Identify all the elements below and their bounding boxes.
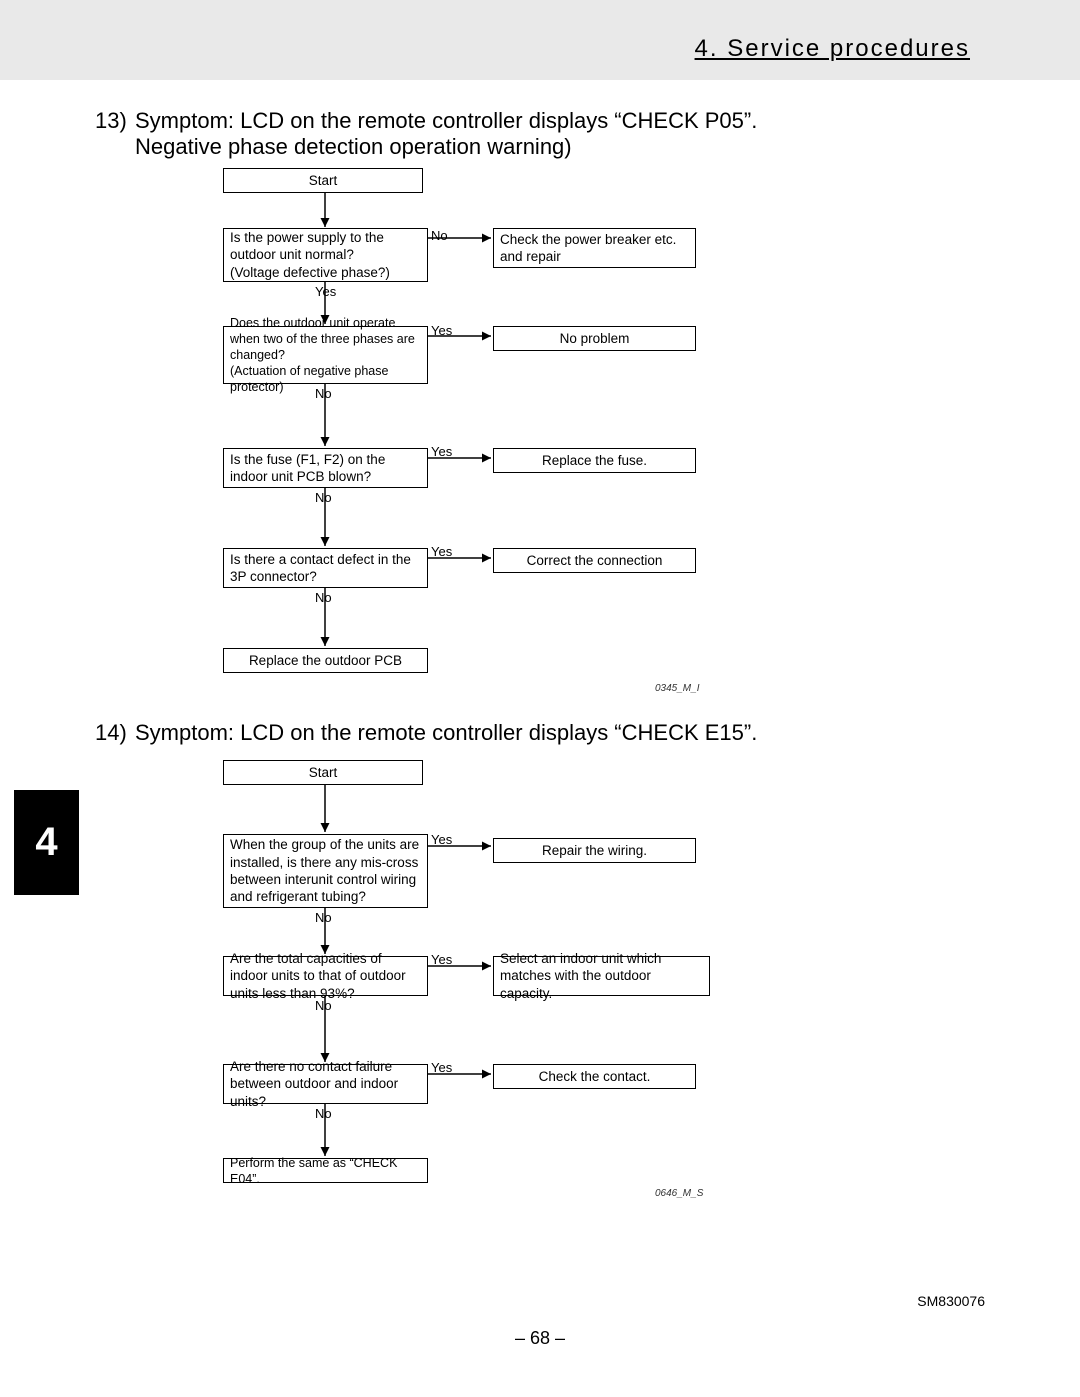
label-no: No bbox=[315, 910, 332, 925]
chart-code: 0345_M_I bbox=[655, 683, 699, 694]
node-q1a: Is the power supply to the outdoor unit … bbox=[230, 229, 421, 264]
section-title: 4. Service procedures bbox=[695, 35, 970, 63]
label-yes: Yes bbox=[315, 284, 336, 299]
node-q4: Is there a contact defect in the 3P conn… bbox=[223, 548, 428, 588]
page-number: – 68 – bbox=[0, 1328, 1080, 1349]
label-no: No bbox=[315, 386, 332, 401]
symptom13-heading-line1: Symptom: LCD on the remote controller di… bbox=[135, 108, 757, 134]
node-q1b: (Voltage defective phase?) bbox=[230, 264, 421, 281]
page: 4. Service procedures 4 13) Symptom: LCD… bbox=[0, 0, 1080, 1397]
flowchart-14: Start When the group of the units are in… bbox=[215, 760, 755, 1240]
node-start: Start bbox=[223, 168, 423, 193]
label-yes: Yes bbox=[431, 444, 452, 459]
label-no: No bbox=[315, 490, 332, 505]
label-yes: Yes bbox=[431, 952, 452, 967]
label-yes: Yes bbox=[431, 323, 452, 338]
symptom13-heading-line2: Negative phase detection operation warni… bbox=[135, 134, 572, 160]
node-a2: No problem bbox=[493, 326, 696, 351]
symptom14-number: 14) bbox=[95, 720, 127, 746]
node-q1: Is the power supply to the outdoor unit … bbox=[223, 228, 428, 282]
node-a3: Replace the fuse. bbox=[493, 448, 696, 473]
chart-code: 0646_M_S bbox=[655, 1188, 703, 1199]
node-q3: Are there no contact failure between out… bbox=[223, 1064, 428, 1104]
chapter-tab: 4 bbox=[14, 790, 79, 895]
node-a2: Select an indoor unit which matches with… bbox=[493, 956, 710, 996]
label-no: No bbox=[315, 1106, 332, 1121]
node-end: Replace the outdoor PCB bbox=[223, 648, 428, 673]
node-q2: Does the outdoor unit operate when two o… bbox=[223, 326, 428, 384]
flowchart-13: Start Is the power supply to the outdoor… bbox=[215, 168, 755, 708]
node-start: Start bbox=[223, 760, 423, 785]
node-a3: Check the contact. bbox=[493, 1064, 696, 1089]
page-header: 4. Service procedures bbox=[0, 0, 1080, 80]
label-yes: Yes bbox=[431, 544, 452, 559]
node-q2a: Does the outdoor unit operate when two o… bbox=[230, 315, 421, 363]
node-q3: Is the fuse (F1, F2) on the indoor unit … bbox=[223, 448, 428, 488]
node-end: Perform the same as “CHECK E04”. bbox=[223, 1158, 428, 1183]
label-yes: Yes bbox=[431, 832, 452, 847]
symptom13-number: 13) bbox=[95, 108, 127, 134]
node-q2: Are the total capacities of indoor units… bbox=[223, 956, 428, 996]
node-a4: Correct the connection bbox=[493, 548, 696, 573]
node-a1: Check the power breaker etc. and repair bbox=[493, 228, 696, 268]
label-no: No bbox=[315, 998, 332, 1013]
label-yes: Yes bbox=[431, 1060, 452, 1075]
node-q1: When the group of the units are installe… bbox=[223, 834, 428, 908]
document-id: SM830076 bbox=[917, 1293, 985, 1309]
node-a1: Repair the wiring. bbox=[493, 838, 696, 863]
label-no: No bbox=[431, 228, 448, 243]
label-no: No bbox=[315, 590, 332, 605]
symptom14-heading-line1: Symptom: LCD on the remote controller di… bbox=[135, 720, 757, 746]
